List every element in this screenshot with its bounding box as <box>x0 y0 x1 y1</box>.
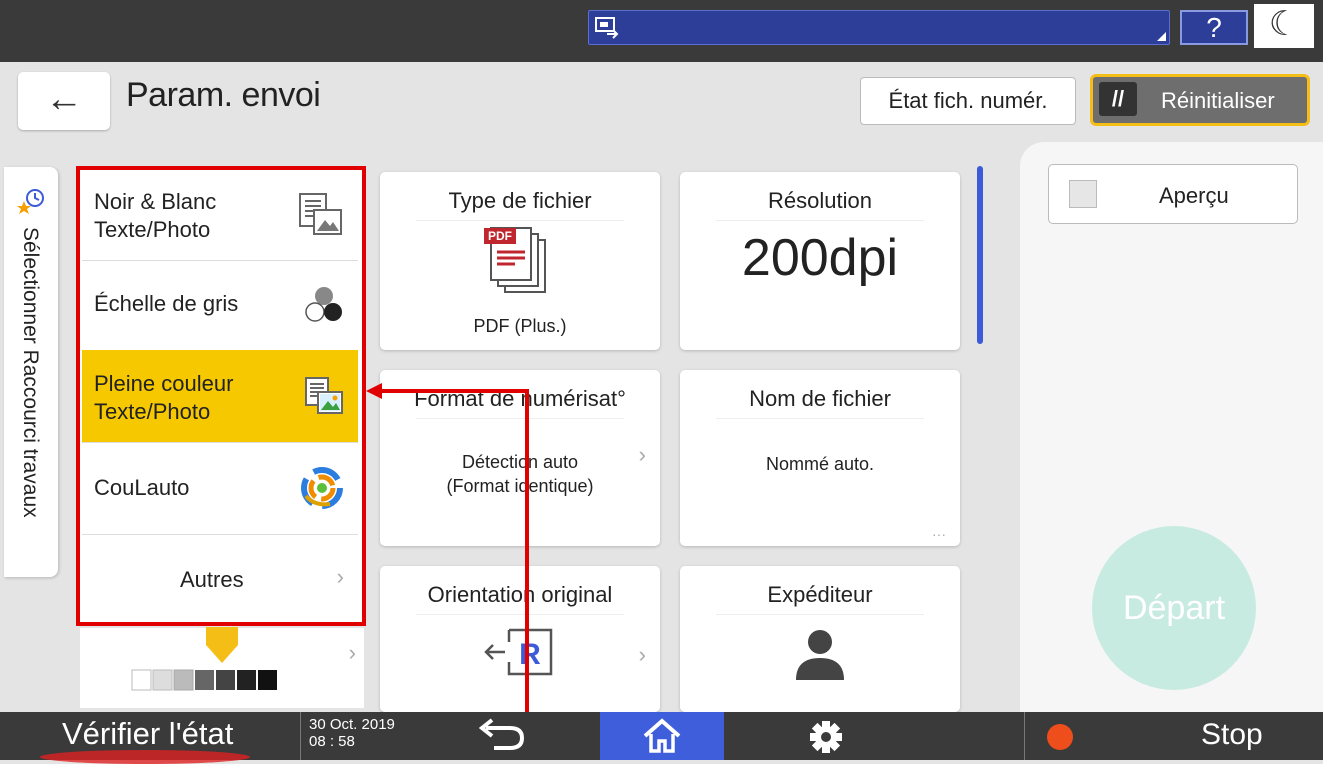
date-time: 30 Oct. 2019 08 : 58 <box>300 712 420 760</box>
expand-corner-icon <box>1157 32 1166 41</box>
pdf-badge: PDF <box>484 228 516 244</box>
reset-label: Réinitialiser <box>1161 88 1275 113</box>
stop-label: Stop <box>1201 718 1263 751</box>
gear-icon[interactable] <box>806 718 846 756</box>
stop-button[interactable]: Stop <box>1024 712 1323 760</box>
start-button[interactable]: Départ <box>1092 526 1256 690</box>
chevron-right-icon: › <box>638 642 646 667</box>
card-divider <box>716 418 924 419</box>
card-divider <box>416 614 624 615</box>
card-value: Nommé auto. <box>765 454 875 474</box>
app-switch-bar[interactable] <box>588 10 1170 45</box>
status-alert-glow <box>40 750 250 764</box>
reset-button[interactable]: // Réinitialiser <box>1090 74 1310 126</box>
scrollbar[interactable] <box>977 166 983 344</box>
card-title: Résolution <box>768 188 872 213</box>
preview-checkbox[interactable] <box>1069 180 1097 208</box>
annotation-arrow-line <box>380 389 529 393</box>
card-title: Orientation original <box>427 582 613 607</box>
card-title: Type de fichier <box>448 188 592 213</box>
annotation-arrow-head <box>366 383 382 399</box>
card-file-type[interactable]: Type de fichier PDF PDF (Plus.) <box>380 172 660 350</box>
shortcut-jobs-tab[interactable]: Sélectionner Raccourci travaux <box>4 167 58 577</box>
undo-back-icon[interactable] <box>470 716 530 756</box>
back-button[interactable]: ← <box>18 72 110 130</box>
card-file-name[interactable]: Nom de fichier Nommé auto. ··· <box>680 370 960 546</box>
home-button[interactable] <box>600 712 724 760</box>
person-icon <box>796 630 844 680</box>
card-scan-size[interactable]: Format de numérisat° Détection auto (For… <box>380 370 660 546</box>
preview-label: Aperçu <box>1159 183 1229 208</box>
annotation-highlight-box <box>76 166 366 626</box>
check-status-label: Vérifier l'état <box>62 716 234 751</box>
check-status-button[interactable]: Vérifier l'état <box>0 712 300 764</box>
shortcut-jobs-label: Sélectionner Raccourci travaux <box>19 227 42 518</box>
star-clock-icon <box>17 189 44 214</box>
card-divider <box>716 614 924 615</box>
card-divider <box>716 220 924 221</box>
arrow-left-icon: ← <box>45 78 83 120</box>
card-sender[interactable]: Expéditeur <box>680 566 960 712</box>
card-value: 200dpi <box>741 229 899 287</box>
screen-switch-icon <box>595 17 619 39</box>
orientation-icon: R <box>484 628 553 676</box>
card-value: PDF (Plus.) <box>473 316 567 336</box>
card-original-orientation[interactable]: Orientation original R › <box>380 566 660 712</box>
chevron-right-icon: › <box>348 640 356 665</box>
energy-saver-button[interactable]: ☾ <box>1254 4 1314 48</box>
date-text: 30 Oct. 2019 <box>309 716 395 733</box>
home-icon <box>643 718 681 753</box>
card-divider <box>416 418 624 419</box>
card-divider <box>416 220 624 221</box>
moon-icon: ☾ <box>1268 5 1300 43</box>
time-text: 08 : 58 <box>309 733 355 750</box>
annotation-arrow-line <box>525 390 529 760</box>
scan-file-status-button[interactable]: État fich. numér. <box>860 77 1076 125</box>
orientation-letter: R <box>519 638 541 671</box>
card-title: Nom de fichier <box>749 386 891 411</box>
page-title: Param. envoi <box>126 76 321 114</box>
more-options-icon: ··· <box>932 526 946 542</box>
preview-toggle[interactable]: Aperçu <box>1048 164 1298 224</box>
stop-icon <box>1047 724 1073 750</box>
reset-icon: // <box>1099 82 1137 116</box>
help-button[interactable]: ? <box>1180 10 1248 45</box>
card-value: Détection auto (Format identique) <box>446 452 594 496</box>
card-resolution[interactable]: Résolution 200dpi <box>680 172 960 350</box>
density-pointer-icon <box>206 627 238 663</box>
card-title: Expéditeur <box>767 582 873 607</box>
chevron-right-icon: › <box>638 442 646 467</box>
